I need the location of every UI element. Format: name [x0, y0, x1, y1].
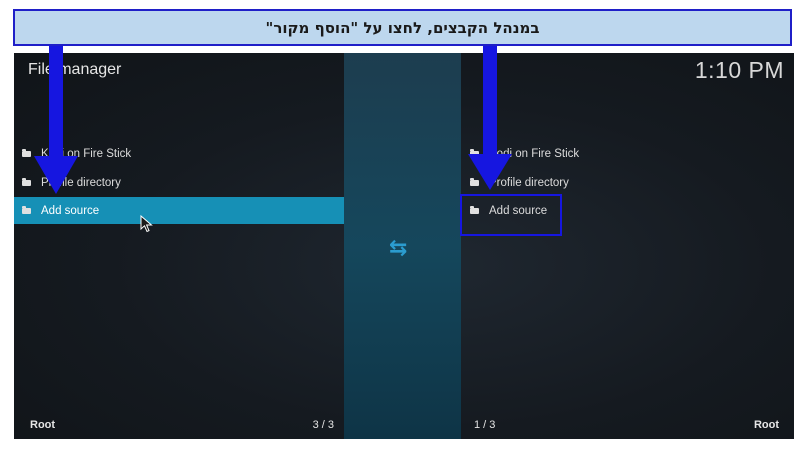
- folder-icon: [22, 205, 31, 214]
- right-footer-count: 1 / 3: [474, 419, 496, 431]
- annotation-arrow-down-icon: [34, 46, 78, 194]
- banner-text: במנהל הקבצים, לחצו על "הוסף מקור": [265, 18, 540, 37]
- folder-icon: [22, 148, 31, 157]
- right-footer-path: Root: [753, 419, 779, 431]
- annotation-highlight-box: [460, 194, 562, 236]
- left-footer-path: Root: [30, 419, 56, 431]
- file-manager-window: File manager 1:10 PM Kodi on Fire Stick …: [14, 53, 794, 439]
- folder-icon: [22, 177, 31, 186]
- mouse-cursor-icon: [140, 215, 153, 233]
- list-item-label: Add source: [41, 204, 100, 217]
- instruction-banner: במנהל הקבצים, לחצו על "הוסף מקור": [13, 9, 792, 46]
- swap-arrows-icon[interactable]: ⇆: [389, 236, 407, 261]
- left-footer-count: 3 / 3: [312, 419, 334, 431]
- annotation-arrow-down-icon: [468, 46, 512, 190]
- list-item-add-source[interactable]: Add source: [14, 197, 344, 224]
